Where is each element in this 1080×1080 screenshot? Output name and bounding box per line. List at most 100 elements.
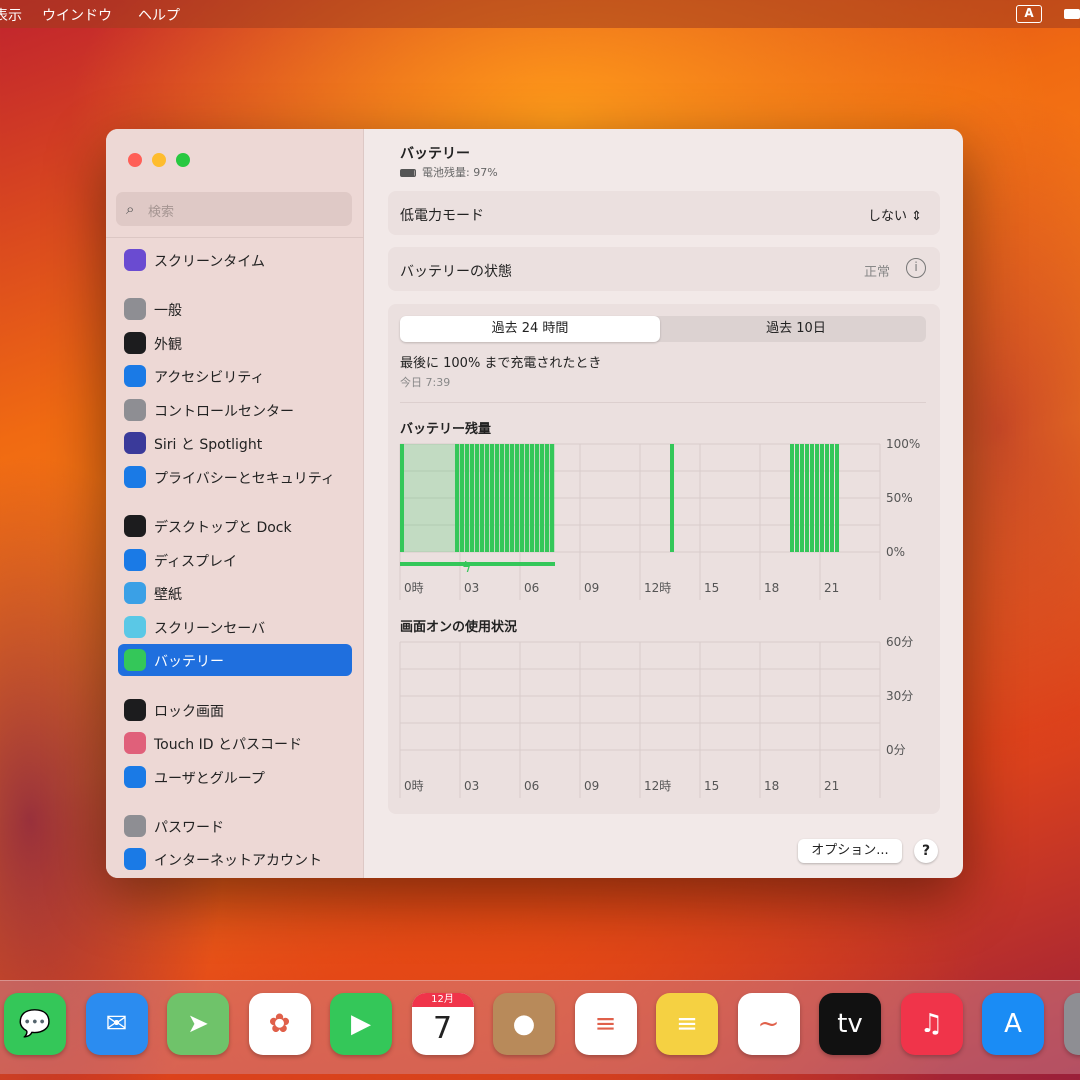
charging-bolt-icon: ϟ xyxy=(462,560,471,576)
calendar-icon[interactable]: 12月 7 xyxy=(411,993,474,1055)
sidebar-item-label: インターネットアカウント xyxy=(154,853,322,869)
sidebar-item-label: プライバシーとセキュリティ xyxy=(154,471,335,487)
wallpaper-icon xyxy=(124,582,146,604)
zoom-window-button[interactable] xyxy=(176,153,190,167)
photos-icon[interactable]: ✿ xyxy=(248,993,311,1055)
screensaver-icon xyxy=(124,616,146,638)
maps-icon[interactable]: ➤ xyxy=(167,993,229,1055)
x-tick-label: 06 xyxy=(524,581,539,595)
x-tick-label: 06 xyxy=(524,779,539,793)
y-tick-label: 100% xyxy=(886,437,920,451)
low-power-value: しない xyxy=(867,209,907,224)
sidebar-item[interactable]: スクリーンタイム xyxy=(118,244,352,276)
sidebar-item[interactable]: パスワード xyxy=(118,810,352,842)
mail-icon[interactable]: ✉ xyxy=(85,993,148,1055)
help-button[interactable]: ? xyxy=(914,839,938,863)
battery-bar xyxy=(535,444,539,552)
sidebar-item[interactable]: 一般 xyxy=(118,293,352,325)
notes-icon[interactable]: ≡ xyxy=(656,993,718,1055)
search-field[interactable]: ⌕ 検索 xyxy=(116,192,352,226)
tab-10-days[interactable]: 過去 10日 xyxy=(666,316,926,342)
sidebar-item[interactable]: アクセシビリティ xyxy=(118,360,352,392)
minimize-window-button[interactable] xyxy=(152,153,166,167)
menu-window[interactable]: ウインドウ xyxy=(42,5,112,25)
fingerprint-icon xyxy=(124,732,146,754)
battery-bar xyxy=(540,444,544,552)
sidebar-item[interactable]: インターネットアカウント xyxy=(118,843,352,875)
y-tick-label: 50% xyxy=(886,491,913,505)
sidebar-item[interactable]: Touch ID とパスコード xyxy=(118,727,352,759)
messages-icon[interactable]: 💬 xyxy=(4,993,66,1055)
y-tick-label: 0% xyxy=(886,545,905,559)
sidebar-item[interactable]: 外観 xyxy=(118,327,352,359)
battery-bar xyxy=(550,444,554,552)
battery-bar xyxy=(830,444,834,552)
sidebar-item-label: 外観 xyxy=(154,337,182,353)
dock-glyph: A xyxy=(1004,1009,1022,1039)
input-source-icon[interactable]: A xyxy=(1016,5,1042,23)
x-tick-label: 15 xyxy=(704,779,719,793)
display-icon xyxy=(124,549,146,571)
menu-help[interactable]: ヘルプ xyxy=(138,5,180,25)
appletv-icon[interactable]: tv xyxy=(819,993,881,1055)
reminders-icon[interactable]: ≡ xyxy=(574,993,637,1055)
options-button[interactable]: オプション... xyxy=(798,839,902,863)
settings-icon[interactable]: ⚙ xyxy=(1063,993,1080,1055)
sidebar-item[interactable]: デスクトップと Dock xyxy=(118,510,352,542)
battery-bar xyxy=(545,444,549,552)
battery-bar xyxy=(805,444,809,552)
x-tick-label: 18 xyxy=(764,779,779,793)
menubar-battery-icon[interactable] xyxy=(1064,9,1080,19)
sidebar-item[interactable]: コントロールセンター xyxy=(118,394,352,426)
x-tick-label: 12時 xyxy=(644,581,671,595)
appstore-icon[interactable]: A xyxy=(982,993,1044,1055)
tab-24-hours[interactable]: 過去 24 時間 xyxy=(400,316,660,342)
screen-usage-chart: 60分30分0分0時03060912時15182112月7日 xyxy=(399,635,913,798)
battery-bar xyxy=(495,444,499,552)
battery-bar xyxy=(480,444,484,552)
contacts-icon[interactable]: ● xyxy=(493,993,555,1055)
battery-bar xyxy=(500,444,504,552)
calendar-month: 12月 xyxy=(411,993,474,1007)
menu-view[interactable]: 表示 xyxy=(0,5,22,25)
sidebar-item[interactable]: Siri と Spotlight xyxy=(118,427,352,459)
battery-bar xyxy=(670,444,674,552)
info-icon[interactable]: i xyxy=(906,258,926,278)
sidebar: ⌕ 検索 スクリーンタイム 一般外観アクセシビリティ コントロールセンター Siri … xyxy=(106,129,364,878)
page-title: バッテリー xyxy=(400,146,470,162)
freeform-icon[interactable]: ~ xyxy=(737,993,800,1055)
sidebar-item[interactable]: 壁紙 xyxy=(118,577,352,609)
sidebar-item[interactable]: プライバシーとセキュリティ xyxy=(118,461,352,493)
sidebar-item[interactable]: スクリーンセーバ xyxy=(118,611,352,643)
battery-health-label: バッテリーの状態 xyxy=(400,264,512,280)
sidebar-item-label: ロック画面 xyxy=(154,704,224,720)
battery-bar xyxy=(400,444,404,552)
x-tick-label: 12時 xyxy=(644,779,671,793)
chevron-updown-icon: ⇕ xyxy=(911,209,922,224)
battery-bar xyxy=(510,444,514,552)
battery-bar xyxy=(530,444,534,552)
x-tick-label: 0時 xyxy=(404,581,424,595)
sidebar-item[interactable]: ロック画面 xyxy=(118,694,352,726)
sidebar-item[interactable]: ユーザとグループ xyxy=(118,761,352,793)
sidebar-item-label: パスワード xyxy=(154,820,224,836)
sidebar-item[interactable]: ディスプレイ xyxy=(118,544,352,576)
charging-bar xyxy=(400,562,555,566)
system-settings-window: ⌕ 検索 スクリーンタイム 一般外観アクセシビリティ コントロールセンター Siri … xyxy=(106,129,963,878)
battery-bar xyxy=(525,444,529,552)
sidebar-item-label: Touch ID とパスコード xyxy=(154,737,302,753)
hand-icon xyxy=(124,466,146,488)
dock-icon xyxy=(124,515,146,537)
sidebar-item-label: Siri と Spotlight xyxy=(154,437,263,453)
dock-glyph: tv xyxy=(837,1009,863,1039)
sidebar-item[interactable]: バッテリー xyxy=(118,644,352,676)
x-tick-label: 09 xyxy=(584,581,599,595)
facetime-icon[interactable]: ▶ xyxy=(330,993,392,1055)
low-power-popup[interactable]: しない ⇕ xyxy=(868,205,922,224)
battery-bar xyxy=(465,444,469,552)
music-icon[interactable]: ♫ xyxy=(900,993,963,1055)
close-window-button[interactable] xyxy=(128,153,142,167)
key-icon xyxy=(124,815,146,837)
last-charge-label: 最後に 100% まで充電されたとき xyxy=(400,356,602,371)
low-power-row: 低電力モード しない ⇕ xyxy=(388,191,940,235)
